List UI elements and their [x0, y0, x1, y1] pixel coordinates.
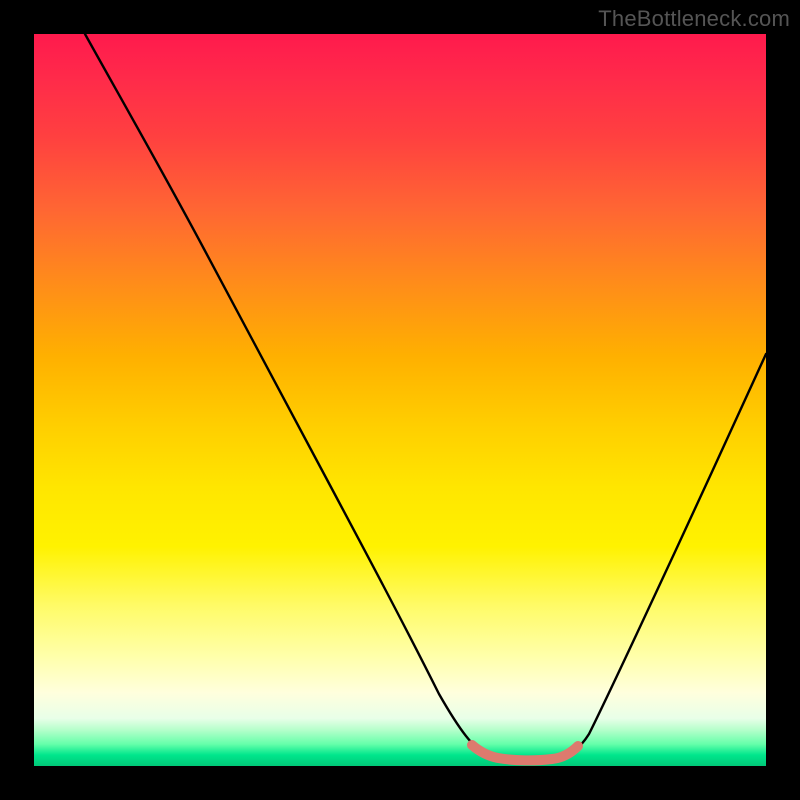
chart-curve: [85, 34, 766, 759]
chart-plot-area: [34, 34, 766, 766]
chart-highlight-segment: [472, 745, 578, 760]
watermark-text: TheBottleneck.com: [598, 6, 790, 32]
chart-svg: [34, 34, 766, 766]
